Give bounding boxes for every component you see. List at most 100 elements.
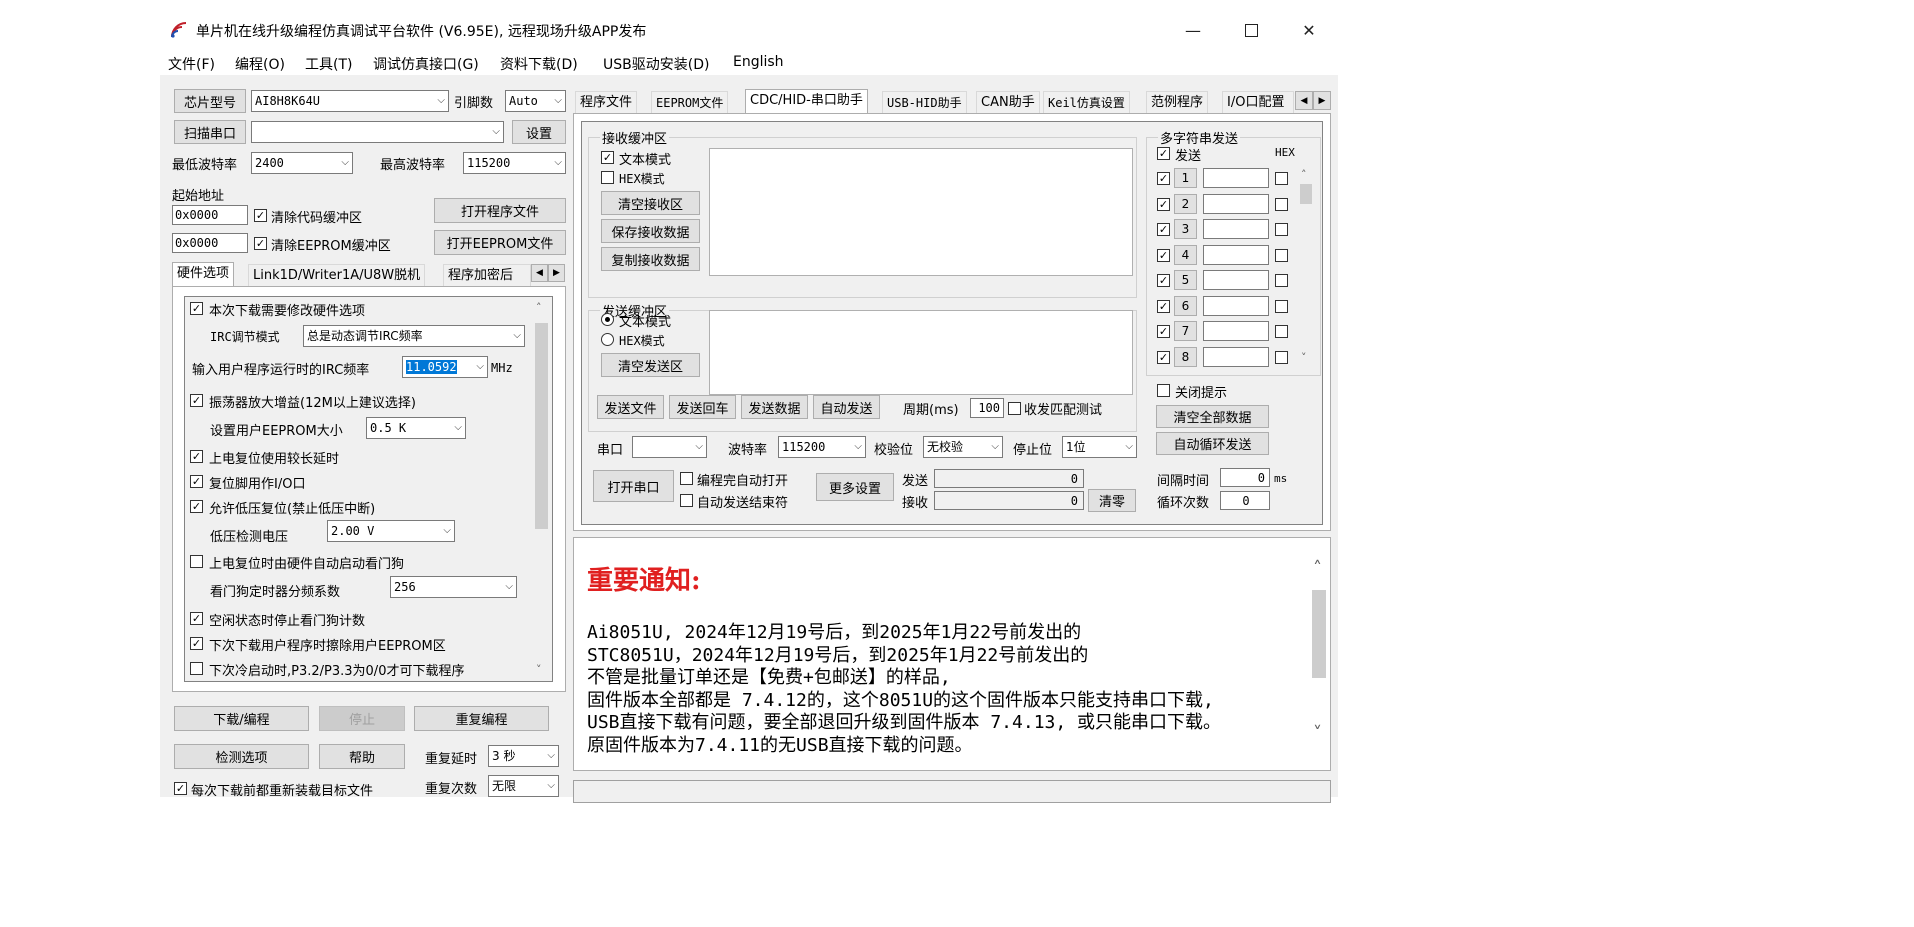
help-button[interactable]: 帮助 [319,744,405,769]
multi-row-send-button[interactable]: 2 [1174,193,1197,214]
baud-select[interactable]: 115200 ⌵ [778,436,866,458]
menu-program[interactable]: 编程(O) [235,54,285,74]
tab-hardware-options[interactable]: 硬件选项 [172,262,235,286]
menu-usb-driver[interactable]: USB驱动安装(D) [603,54,709,74]
irc-freq-select[interactable]: 11.0592 ⌵ [402,356,488,378]
clear-send-button[interactable]: 清空发送区 [601,353,700,377]
close-tip-checkbox[interactable] [1157,384,1170,397]
menu-file[interactable]: 文件(F) [168,54,215,74]
repeat-count-select[interactable]: 无限 ⌵ [488,775,559,797]
multi-row-send-checkbox[interactable]: ✓ [1157,274,1170,287]
auto-send-button[interactable]: 自动发送 [813,395,880,419]
download-program-button[interactable]: 下载/编程 [174,706,309,731]
reload-file-checkbox[interactable]: ✓ [174,782,187,795]
lvd-select[interactable]: 2.00 V ⌵ [327,520,455,542]
more-settings-button[interactable]: 更多设置 [816,473,894,501]
copy-receive-button[interactable]: 复制接收数据 [601,247,700,271]
pins-select[interactable]: Auto ⌵ [505,90,566,112]
multi-row-send-checkbox[interactable]: ✓ [1157,197,1170,211]
settings-button[interactable]: 设置 [512,120,566,144]
clear-code-checkbox[interactable]: ✓ [254,209,267,222]
multi-row-send-button[interactable]: 3 [1174,219,1197,239]
menu-tools[interactable]: 工具(T) [305,54,352,74]
wdt-divider-select[interactable]: 256 ⌵ [390,576,517,598]
maximize-icon[interactable] [1222,10,1280,50]
multi-row-text-input[interactable] [1203,321,1269,341]
cold-start-checkbox[interactable] [190,662,203,675]
send-cr-button[interactable]: 发送回车 [669,395,736,419]
multi-row-send-checkbox[interactable]: ✓ [1157,299,1170,313]
multi-row-hex-checkbox[interactable] [1275,299,1288,313]
multi-row-hex-checkbox[interactable] [1275,197,1288,211]
eeprom-size-select[interactable]: 0.5 K ⌵ [366,417,466,439]
stop-button[interactable]: 停止 [319,706,405,731]
multi-row-text-input[interactable] [1203,346,1269,367]
send-data-button[interactable]: 发送数据 [741,395,808,419]
multi-row-send-checkbox[interactable]: ✓ [1157,223,1170,236]
tab-serial-assistant[interactable]: CDC/HID-串口助手 [745,89,868,113]
multi-row-send-button[interactable]: 6 [1174,295,1197,316]
open-program-file-button[interactable]: 打开程序文件 [434,198,566,223]
chip-type-select[interactable]: AI8H8K64U ⌵ [251,90,449,112]
multi-row-text-input[interactable] [1203,270,1269,290]
interval-input[interactable]: 0 [1220,468,1270,487]
clear-count-button[interactable]: 清零 [1088,489,1136,512]
minimize-icon[interactable]: — [1164,10,1222,50]
send-file-button[interactable]: 发送文件 [597,395,664,419]
send-hex-mode-radio[interactable] [601,333,614,346]
menu-english[interactable]: English [733,54,784,70]
multi-row-send-button[interactable]: 4 [1174,244,1197,265]
tab-link1d-offline[interactable]: Link1D/Writer1A/U8W脱机 [248,264,426,286]
parity-select[interactable]: 无校验 ⌵ [923,436,1003,458]
chip-type-button[interactable]: 芯片型号 [174,89,246,113]
hw-options-scrollbar[interactable]: ˄ ˅ [531,297,552,681]
scroll-down-icon[interactable]: ˅ [1301,351,1307,364]
right-tab-scroll-right-icon[interactable]: ▶ [1313,91,1331,110]
menu-downloads[interactable]: 资料下载(D) [500,54,578,74]
recv-text-mode-checkbox[interactable]: ✓ [601,151,614,164]
auto-end-checkbox[interactable] [680,494,693,507]
repeat-delay-select[interactable]: 3 秒 ⌵ [488,745,559,767]
open-eeprom-file-button[interactable]: 打开EEPROM文件 [434,230,566,255]
max-baud-select[interactable]: 115200 ⌵ [463,152,566,174]
multi-string-scrollbar[interactable]: ˄ ˅ [1297,166,1315,367]
hw-watchdog-checkbox[interactable] [190,555,203,568]
multi-row-hex-checkbox[interactable] [1275,274,1288,287]
multi-row-send-button[interactable]: 7 [1174,321,1197,341]
multi-row-send-button[interactable]: 5 [1174,270,1197,290]
clear-receive-button[interactable]: 清空接收区 [601,191,700,215]
auto-open-checkbox[interactable] [680,472,693,485]
long-reset-delay-checkbox[interactable]: ✓ [190,450,203,463]
notice-scrollbar[interactable]: ˄ ˅ [1308,538,1330,770]
auto-loop-send-button[interactable]: 自动循环发送 [1156,432,1269,455]
send-text-mode-radio[interactable] [601,313,614,326]
multi-row-hex-checkbox[interactable] [1275,223,1288,236]
multi-row-hex-checkbox[interactable] [1275,248,1288,262]
port-select[interactable]: ⌵ [251,121,504,143]
scrollbar-thumb[interactable] [535,323,548,529]
multi-row-hex-checkbox[interactable] [1275,350,1288,364]
tab-program-file[interactable]: 程序文件 [575,91,638,113]
tab-eeprom-file[interactable]: EEPROM文件 [651,91,729,113]
loop-count-input[interactable]: 0 [1220,491,1270,510]
scroll-up-icon[interactable]: ˄ [1313,558,1322,579]
tab-encryption[interactable]: 程序加密后 [443,264,531,286]
scan-port-button[interactable]: 扫描串口 [174,120,246,144]
tab-examples[interactable]: 范例程序 [1146,91,1209,113]
multi-row-send-checkbox[interactable]: ✓ [1157,350,1170,364]
multi-row-hex-checkbox[interactable] [1275,172,1288,185]
scrollbar-thumb[interactable] [1300,184,1312,204]
send-textarea[interactable] [709,310,1133,395]
erase-eeprom-checkbox[interactable]: ✓ [190,637,203,650]
idle-stop-wdt-checkbox[interactable]: ✓ [190,612,203,625]
multi-row-send-button[interactable]: 8 [1174,346,1197,367]
tab-keil-sim[interactable]: Keil仿真设置 [1043,91,1130,113]
tab-scroll-left-icon[interactable]: ◀ [531,264,548,282]
scroll-down-icon[interactable]: ˅ [1313,723,1322,744]
clear-all-data-button[interactable]: 清空全部数据 [1156,405,1269,428]
receive-textarea[interactable] [709,148,1133,276]
low-voltage-reset-checkbox[interactable]: ✓ [190,500,203,513]
multi-row-text-input[interactable] [1203,295,1269,316]
reset-pin-io-checkbox[interactable]: ✓ [190,475,203,488]
open-port-button[interactable]: 打开串口 [593,470,674,502]
